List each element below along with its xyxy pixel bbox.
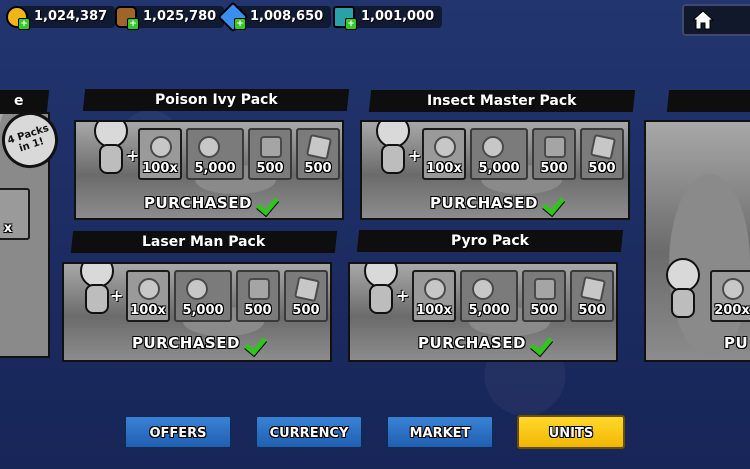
checkmark-icon — [544, 194, 566, 212]
units-counter[interactable]: + 1,001,000 — [333, 6, 443, 30]
resource-bar: + 1,024,387 + 1,025,780 + 1,008,650 + 1,… — [0, 0, 750, 36]
nav-offers-button[interactable]: OFFERS — [124, 415, 232, 449]
add-wood-icon[interactable]: + — [127, 18, 139, 30]
plus-icon: + — [396, 286, 410, 305]
add-units-icon[interactable]: + — [345, 18, 357, 30]
plus-icon: + — [110, 286, 124, 305]
pack-title-poison-ivy: Poison Ivy Pack — [82, 89, 350, 111]
purchased-status: PU — [724, 334, 749, 352]
pack-title-laser-man: Laser Man Pack — [70, 231, 338, 253]
purchased-status: PURCHASED — [144, 194, 280, 212]
reward-tile-units: 200x — [710, 270, 750, 322]
coins-counter[interactable]: + 1,024,387 — [6, 6, 116, 30]
pack-title-pyro: Pyro Pack — [356, 230, 624, 252]
pack-card-poison-ivy[interactable]: + 100x 5,000 500 500 PURCHASED — [74, 120, 344, 220]
coins-value: 1,024,387 — [18, 6, 116, 28]
checkmark-icon — [246, 334, 268, 352]
reward-tile-wood: 500 — [248, 128, 292, 180]
pack-card-partial-right[interactable]: 200x PU — [644, 120, 750, 362]
reward-tile-units: 100x — [412, 270, 456, 322]
pack-title-partial-right — [666, 90, 750, 112]
gems-counter[interactable]: + 1,008,650 — [217, 1, 332, 33]
home-button[interactable] — [682, 4, 750, 36]
pack-title-partial-left: e — [0, 90, 50, 112]
reward-label: x — [3, 221, 13, 236]
gems-value: 1,008,650 — [234, 6, 332, 28]
home-icon — [692, 10, 714, 30]
units-value: 1,001,000 — [345, 6, 443, 28]
unit-portrait — [360, 264, 400, 320]
reward-tile-gems: 500 — [296, 128, 340, 180]
reward-tile-coins: 5,000 — [174, 270, 232, 322]
reward-tile-wood: 500 — [532, 128, 576, 180]
wood-counter[interactable]: + 1,025,780 — [115, 6, 225, 30]
card-art — [646, 122, 750, 360]
pack-card-insect-master[interactable]: + 100x 5,000 500 500 PURCHASED — [360, 120, 630, 220]
reward-tile-units: 100x — [138, 128, 182, 180]
purchased-status: PURCHASED — [418, 334, 554, 352]
add-gems-icon[interactable]: + — [234, 18, 246, 30]
reward-tile-coins: 5,000 — [186, 128, 244, 180]
unit-portrait — [90, 122, 130, 180]
plus-icon: + — [408, 146, 422, 165]
pack-title-insect-master: Insect Master Pack — [368, 90, 636, 112]
nav-units-button[interactable]: UNITS — [517, 415, 625, 449]
reward-tile-gems: 500 — [284, 270, 328, 322]
purchased-status: PURCHASED — [430, 194, 566, 212]
nav-currency-button[interactable]: CURRENCY — [255, 415, 363, 449]
reward-tile-coins: 5,000 — [470, 128, 528, 180]
reward-tile-wood: 500 — [522, 270, 566, 322]
nav-market-button[interactable]: MARKET — [386, 415, 494, 449]
wood-value: 1,025,780 — [127, 6, 225, 28]
reward-tile-wood: 500 — [236, 270, 280, 322]
reward-tile-units: 100x — [422, 128, 466, 180]
pack-card-pyro[interactable]: + 100x 5,000 500 500 PURCHASED — [348, 262, 618, 362]
unit-portrait — [372, 122, 412, 180]
purchased-status: PURCHASED — [132, 334, 268, 352]
unit-portrait — [662, 258, 702, 324]
reward-tile-coins: 5,000 — [460, 270, 518, 322]
reward-tile-gems: 500 — [580, 128, 624, 180]
pack-card-laser-man[interactable]: + 100x 5,000 500 500 PURCHASED — [62, 262, 332, 362]
reward-tile-gems: 500 — [570, 270, 614, 322]
reward-tile-units: 100x — [126, 270, 170, 322]
reward-tile: x — [0, 188, 30, 240]
add-coins-icon[interactable]: + — [18, 18, 30, 30]
checkmark-icon — [532, 334, 554, 352]
checkmark-icon — [258, 194, 280, 212]
